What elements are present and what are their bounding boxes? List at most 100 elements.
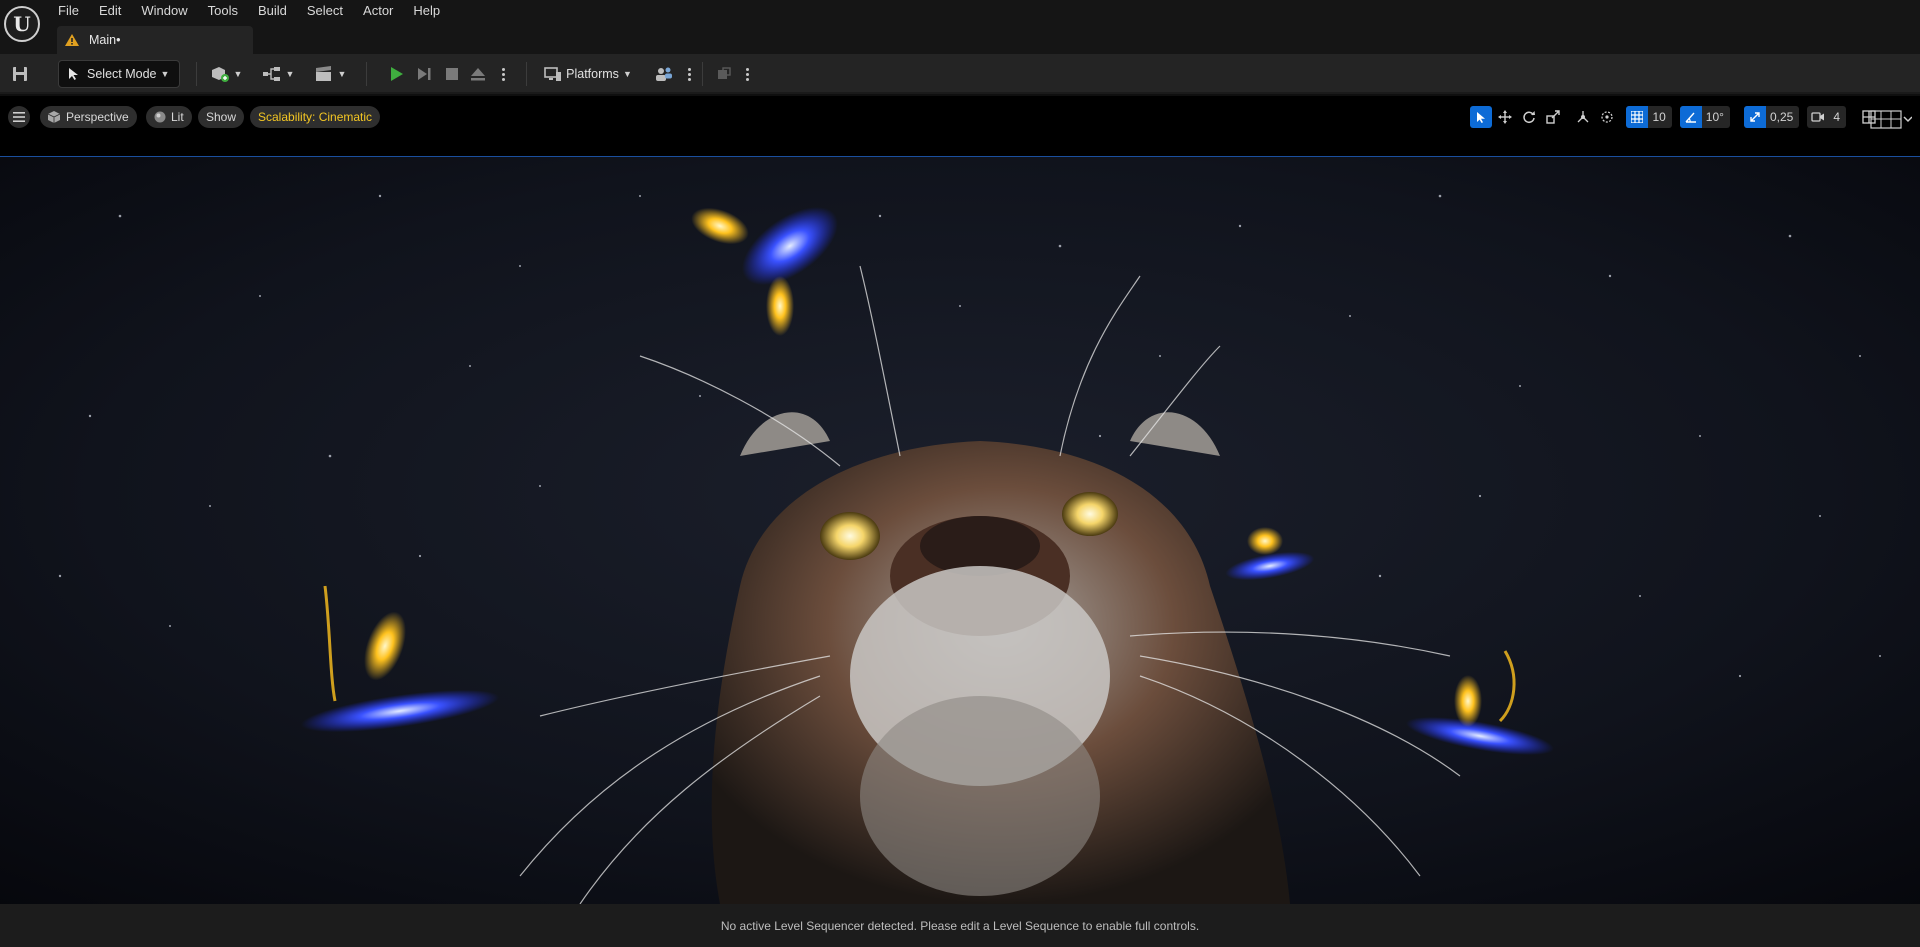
scene-render: [0, 156, 1920, 904]
cinematics-button[interactable]: ▼: [312, 60, 348, 88]
stop-button[interactable]: [440, 60, 464, 88]
add-actor-icon: [211, 67, 229, 82]
toolbar-divider: [526, 62, 527, 86]
source-control-button[interactable]: [652, 60, 676, 88]
toolbar-divider: [366, 62, 367, 86]
toolbar-divider: [196, 62, 197, 86]
grid-snap-value: 10: [1652, 110, 1666, 124]
menu-help[interactable]: Help: [403, 0, 450, 22]
platforms-icon: [544, 67, 562, 81]
show-button[interactable]: Show: [198, 106, 245, 128]
grid-snap-toggle[interactable]: [1626, 106, 1649, 128]
perspective-label: Perspective: [66, 110, 129, 124]
hamburger-icon: [13, 112, 25, 122]
menu-window[interactable]: Window: [131, 0, 197, 22]
transform-toolbar: 10 10° 0,25 4: [1470, 106, 1880, 128]
camera-speed-value: 4: [1833, 110, 1840, 124]
rotation-snap-value: 10°: [1705, 110, 1724, 124]
menu-select[interactable]: Select: [297, 0, 353, 22]
maximize-viewport-icon: [1870, 110, 1913, 129]
camera-icon: [1811, 112, 1825, 122]
save-icon: [13, 67, 27, 81]
coordinate-system-button[interactable]: [1572, 106, 1594, 128]
lit-label: Lit: [171, 110, 184, 124]
level-warning-icon: [65, 34, 79, 46]
chevron-down-icon: ▼: [285, 69, 295, 79]
scale-snap-toggle[interactable]: [1743, 106, 1766, 128]
world-axis-icon: [1577, 111, 1589, 123]
rotate-icon: [1523, 111, 1536, 124]
menu-actor[interactable]: Actor: [353, 0, 403, 22]
settings-icon: [718, 67, 731, 79]
level-tab-label: Main•: [89, 33, 121, 47]
move-arrows-icon: [1498, 110, 1513, 124]
select-mode-label: Select Mode: [87, 67, 157, 81]
scale-icon: [1546, 110, 1561, 124]
menu-file[interactable]: File: [48, 0, 89, 22]
scale-snap-control[interactable]: 0,25: [1743, 106, 1800, 128]
title-bar: U File Edit Window Tools Build Select Ac…: [0, 0, 1920, 54]
grid-snap-control[interactable]: 10: [1626, 106, 1672, 128]
chevron-down-icon: ▼: [622, 69, 632, 79]
rotate-tool-button[interactable]: [1518, 106, 1540, 128]
viewport-size-button[interactable]: [1870, 108, 1913, 133]
level-viewport[interactable]: Perspective Lit Show Scalability: Cinema…: [0, 96, 1920, 904]
camera-speed-button[interactable]: [1807, 106, 1829, 128]
sequencer-status-message: No active Level Sequencer detected. Plea…: [720, 918, 1200, 933]
select-mode-dropdown[interactable]: Select Mode ▼: [58, 60, 180, 88]
users-icon: [656, 67, 672, 81]
more-options-menu[interactable]: [684, 60, 694, 88]
play-button[interactable]: [384, 60, 408, 88]
sequencer-status-bar: No active Level Sequencer detected. Plea…: [0, 904, 1920, 947]
cube-icon: [48, 111, 60, 123]
surface-snapping-button[interactable]: [1596, 106, 1618, 128]
scalability-button[interactable]: Scalability: Cinematic: [250, 106, 381, 128]
scale-tool-button[interactable]: [1542, 106, 1564, 128]
save-button[interactable]: [8, 60, 32, 88]
chevron-down-icon: ▼: [337, 69, 347, 79]
perspective-button[interactable]: Perspective: [40, 106, 137, 128]
toolbar-divider: [702, 62, 703, 86]
rotation-snap-toggle[interactable]: [1679, 106, 1702, 128]
surface-snap-icon: [1601, 111, 1614, 123]
select-arrow-icon: [1477, 112, 1486, 123]
level-tab-main[interactable]: Main•: [57, 26, 253, 54]
view-mode-button[interactable]: Lit: [146, 106, 192, 128]
cursor-icon: [69, 68, 78, 80]
platforms-label: Platforms: [566, 67, 619, 81]
rotation-snap-control[interactable]: 10°: [1679, 106, 1730, 128]
step-forward-icon: [418, 68, 431, 80]
menu-bar: File Edit Window Tools Build Select Acto…: [48, 0, 450, 22]
add-content-button[interactable]: ▼: [208, 60, 244, 88]
eject-button[interactable]: [466, 60, 490, 88]
camera-speed-control[interactable]: 4: [1807, 106, 1846, 128]
scale-arrow-icon: [1750, 112, 1760, 122]
advance-frame-button[interactable]: [412, 60, 436, 88]
chevron-down-icon: ▼: [233, 69, 243, 79]
angle-icon: [1685, 112, 1696, 123]
scalability-label: Scalability: Cinematic: [258, 110, 373, 124]
translate-tool-button[interactable]: [1494, 106, 1516, 128]
platforms-dropdown[interactable]: Platforms ▼: [540, 60, 636, 88]
menu-edit[interactable]: Edit: [89, 0, 131, 22]
viewport-options-button[interactable]: [8, 106, 30, 128]
viewport-toolbar: Perspective Lit Show Scalability: Cinema…: [0, 96, 1920, 156]
blueprint-icon: [262, 67, 280, 81]
menu-build[interactable]: Build: [248, 0, 297, 22]
settings-button[interactable]: [712, 60, 736, 88]
play-options-menu[interactable]: [498, 60, 508, 88]
chevron-down-icon: ▼: [160, 69, 170, 79]
unreal-logo-icon[interactable]: U: [4, 6, 40, 42]
grid-icon: [1631, 111, 1644, 123]
clapperboard-icon: [315, 66, 331, 81]
viewport-focus-border: [0, 156, 1920, 157]
select-tool-button[interactable]: [1470, 106, 1493, 128]
menu-tools[interactable]: Tools: [198, 0, 248, 22]
main-toolbar: Select Mode ▼ ▼ ▼ ▼ Platforms ▼: [0, 54, 1920, 94]
blueprints-button[interactable]: ▼: [260, 60, 296, 88]
eject-icon: [471, 68, 485, 81]
lit-sphere-icon: [154, 111, 166, 123]
play-icon: [391, 67, 403, 81]
settings-options-menu[interactable]: [742, 60, 752, 88]
stop-icon: [446, 68, 458, 80]
